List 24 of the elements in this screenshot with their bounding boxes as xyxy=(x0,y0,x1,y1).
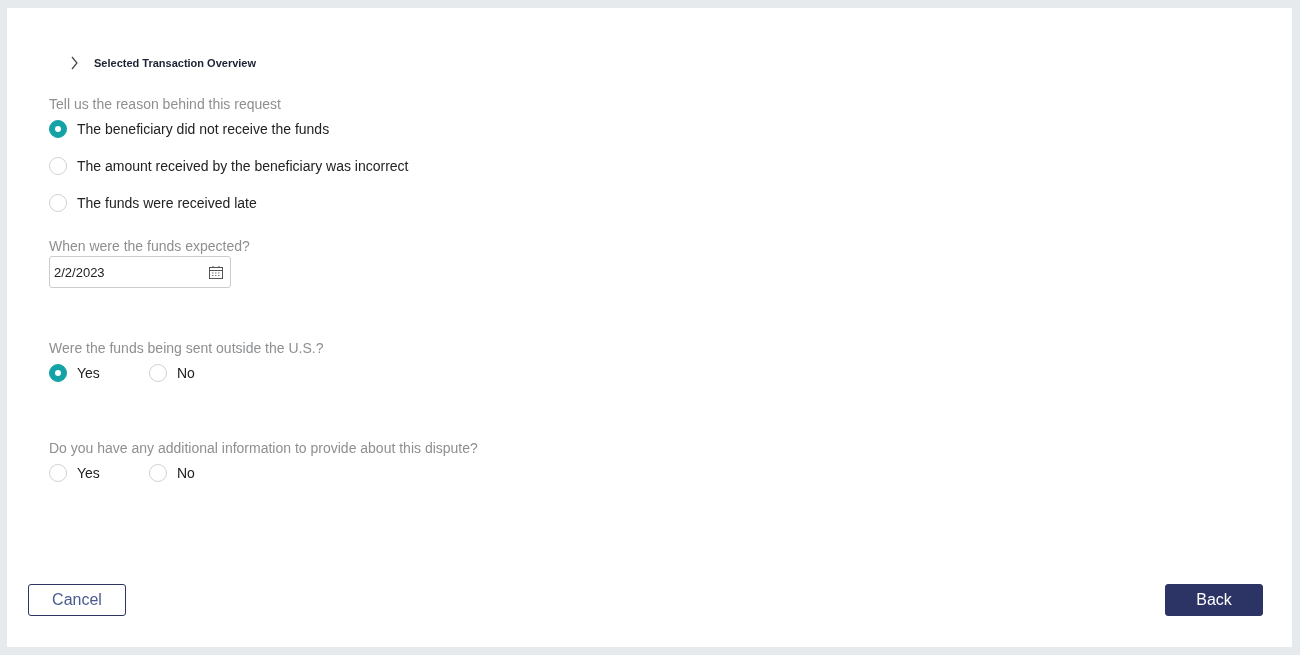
radio-button[interactable] xyxy=(49,364,67,382)
primary-button[interactable]: Back xyxy=(1165,584,1263,616)
radio-button[interactable] xyxy=(149,464,167,482)
question-label: Tell us the reason behind this request xyxy=(49,96,282,112)
radio-label[interactable]: The funds were received late xyxy=(77,195,257,211)
calendar-icon[interactable] xyxy=(209,265,223,279)
radio-button[interactable] xyxy=(149,364,167,382)
date-field[interactable]: 2/2/2023 xyxy=(49,256,231,288)
radio-label[interactable]: No xyxy=(177,365,195,381)
radio-button[interactable] xyxy=(49,194,67,212)
section-title[interactable]: Selected Transaction Overview xyxy=(94,57,257,69)
radio-label[interactable]: The amount received by the beneficiary was incorrect xyxy=(77,158,409,174)
radio-button[interactable] xyxy=(49,157,67,175)
radio-button[interactable] xyxy=(49,120,67,138)
radio-label[interactable]: Yes xyxy=(77,365,100,381)
question-label: Do you have any additional information to provide about this dispute? xyxy=(49,440,479,456)
question-label: When were the funds expected? xyxy=(49,238,251,254)
radio-label[interactable]: Yes xyxy=(77,465,100,481)
radio-label[interactable]: The beneficiary did not receive the funds xyxy=(77,121,330,137)
radio-button[interactable] xyxy=(49,464,67,482)
question-label: Were the funds being sent outside the U.S.? xyxy=(49,340,325,356)
chevron-icon[interactable] xyxy=(71,56,78,70)
secondary-button[interactable]: Cancel xyxy=(28,584,126,616)
radio-label[interactable]: No xyxy=(177,465,195,481)
